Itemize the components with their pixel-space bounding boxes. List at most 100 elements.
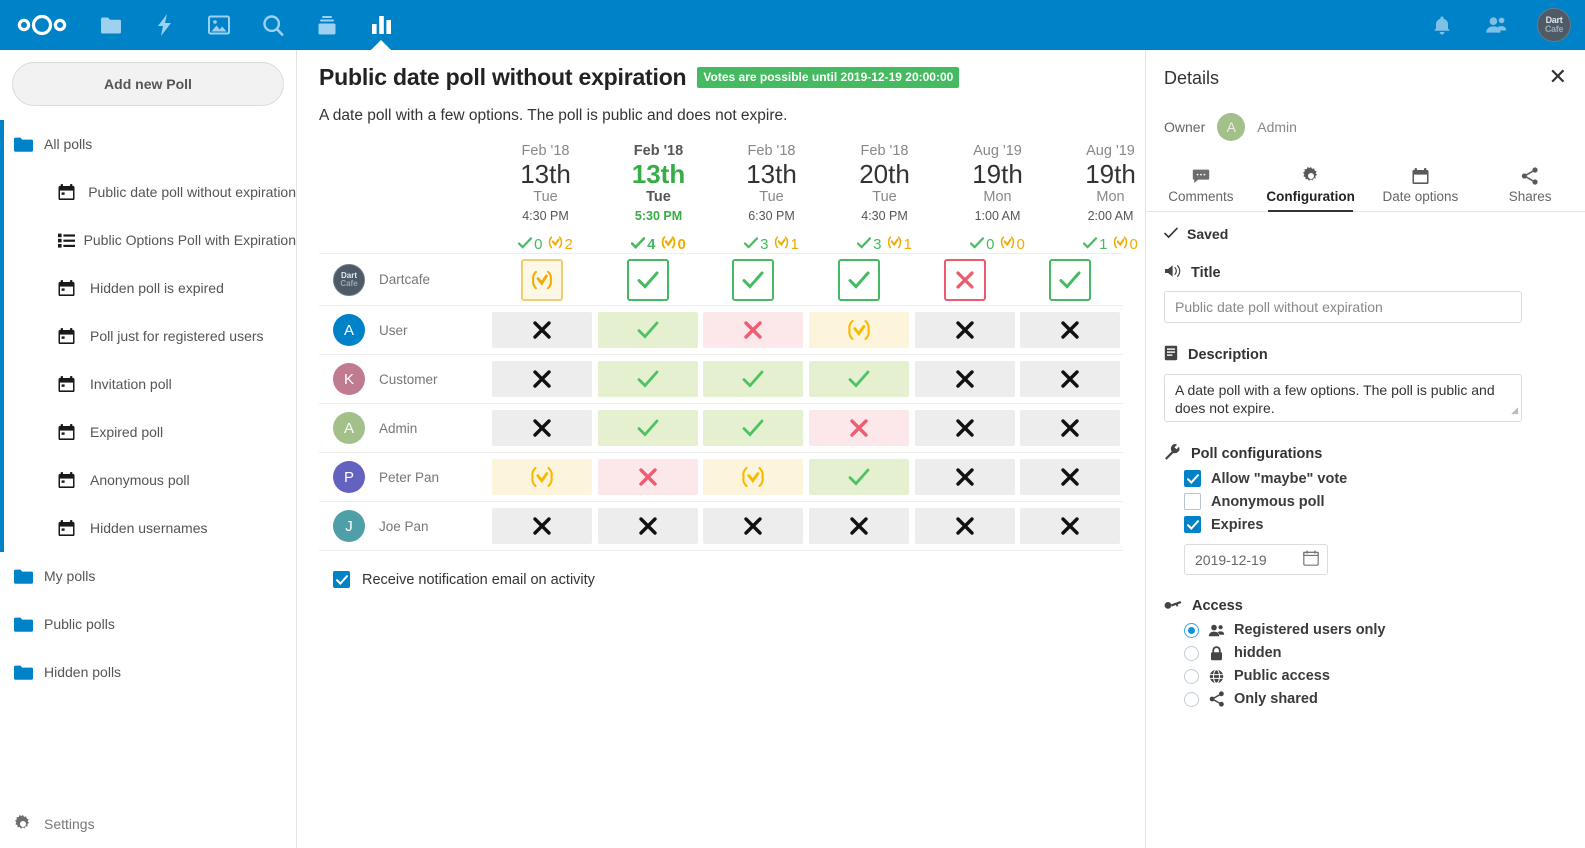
sidebar-item-label: Poll just for registered users [90, 328, 264, 344]
vote-cell-yes [808, 459, 909, 495]
date-option-header[interactable]: Aug '19 19th Mon 2:00 AM 1 0 [1054, 139, 1145, 253]
date-option-header[interactable]: Feb '18 20th Tue 4:30 PM 3 1 [828, 139, 941, 253]
vote-cell-no [491, 312, 592, 348]
tab-shares[interactable]: Shares [1475, 161, 1585, 211]
calendar-icon [1366, 165, 1476, 187]
tab-configuration[interactable]: Configuration [1256, 161, 1366, 212]
sidebar-item-expired-poll[interactable]: Expired poll [0, 408, 296, 456]
sidebar-item-invitation-poll[interactable]: Invitation poll [0, 360, 296, 408]
notification-checkbox[interactable] [333, 571, 350, 588]
activity-icon[interactable] [138, 0, 192, 50]
check-icon [1164, 226, 1178, 242]
avatar: K [333, 363, 365, 395]
vote-cell-no [914, 508, 1015, 544]
access-option-public-access[interactable]: Public access [1164, 668, 1567, 684]
access-option-hidden[interactable]: hidden [1164, 645, 1567, 661]
photos-icon[interactable] [192, 0, 246, 50]
yes-count: 0 [986, 236, 995, 253]
vote-cell-yes[interactable] [837, 258, 880, 301]
description-textarea[interactable]: A date poll with a few options. The poll… [1164, 374, 1522, 422]
date-option-header[interactable]: Feb '18 13th Tue 4:30 PM 0 2 [489, 139, 602, 253]
avatar[interactable]: Dart Cafe [1537, 8, 1571, 42]
notification-option-row[interactable]: Receive notification email on activity [319, 571, 1123, 588]
yes-check-icon [630, 236, 646, 253]
sidebar-item-hidden-usernames[interactable]: Hidden usernames [0, 504, 296, 552]
vote-cell-maybe[interactable] [520, 258, 563, 301]
tab-label: Configuration [1266, 189, 1355, 204]
vote-cell-wrap [1017, 254, 1123, 305]
share-icon [1208, 691, 1225, 707]
title-section-label: Title [1191, 265, 1221, 281]
vote-cell-yes[interactable] [626, 258, 669, 301]
option-month: Aug '19 [973, 143, 1022, 159]
vote-cell-no [1020, 459, 1121, 495]
hidden-radio[interactable] [1184, 645, 1199, 661]
date-option-header[interactable]: Aug '19 19th Mon 1:00 AM 0 0 [941, 139, 1054, 253]
title-input[interactable]: Public date poll without expiration [1164, 291, 1522, 323]
public-access-radio[interactable] [1184, 668, 1199, 684]
maybe-count: 1 [790, 236, 799, 253]
date-option-header[interactable]: Feb '18 13th Tue 5:30 PM 4 0 [602, 139, 715, 253]
only-shared-radio[interactable] [1184, 691, 1199, 707]
option-vote-counts: 0 2 [489, 236, 602, 253]
close-icon[interactable]: ✕ [1549, 66, 1567, 88]
option-label: Expires [1211, 516, 1264, 533]
deck-icon[interactable] [300, 0, 354, 50]
allow-maybe-checkbox[interactable] [1184, 470, 1201, 487]
sidebar-item-anonymous-poll[interactable]: Anonymous poll [0, 456, 296, 504]
add-new-poll-button[interactable]: Add new Poll [12, 62, 284, 106]
maybe-check-icon [1000, 236, 1015, 253]
tab-label: Shares [1508, 189, 1552, 204]
participant-cell: P Peter Pan [319, 453, 489, 501]
tab-comments[interactable]: Comments [1146, 161, 1256, 211]
sidebar-item-public-date-poll-without-expiration[interactable]: Public date poll without expiration [0, 168, 296, 216]
sidebar-item-all-polls[interactable]: All polls [0, 120, 296, 168]
anonymous-poll-checkbox[interactable] [1184, 493, 1201, 510]
access-option-registered-users-only[interactable]: Registered users only [1164, 622, 1567, 638]
access-option-only-shared[interactable]: Only shared [1164, 691, 1567, 707]
calendar-icon[interactable] [1303, 550, 1319, 569]
table-row: P Peter Pan [319, 452, 1123, 501]
maybe-check-icon [548, 236, 563, 253]
files-icon[interactable] [84, 0, 138, 50]
resize-grip-icon[interactable]: ◢ [1511, 401, 1518, 419]
contacts-icon[interactable] [1483, 12, 1509, 38]
sidebar-item-hidden-polls[interactable]: Hidden polls [0, 648, 296, 696]
vote-cell-no [914, 361, 1015, 397]
option-expires[interactable]: Expires [1164, 516, 1567, 533]
access-section-label: Access [1192, 598, 1243, 614]
sidebar-item-label: My polls [44, 568, 96, 584]
sidebar-item-settings[interactable]: Settings [0, 800, 296, 848]
vote-cell-yes[interactable] [732, 258, 775, 301]
polls-icon[interactable] [354, 0, 408, 50]
option-month: Feb '18 [633, 143, 684, 159]
option-anonymous-poll[interactable]: Anonymous poll [1164, 493, 1567, 510]
sidebar-item-public-polls[interactable]: Public polls [0, 600, 296, 648]
sidebar-item-poll-just-for-registered-users[interactable]: Poll just for registered users [0, 312, 296, 360]
vote-cell-yes[interactable] [1049, 258, 1092, 301]
expires-checkbox[interactable] [1184, 516, 1201, 533]
sidebar-item-hidden-poll-is-expired[interactable]: Hidden poll is expired [0, 264, 296, 312]
vote-cell-wrap [595, 254, 701, 305]
option-day: 13th [520, 159, 571, 189]
registered-users-radio[interactable] [1184, 622, 1199, 638]
date-option-header[interactable]: Feb '18 13th Tue 6:30 PM 3 1 [715, 139, 828, 253]
wrench-icon [1164, 444, 1181, 464]
poll-vote-table: Feb '18 13th Tue 4:30 PM 0 2 Feb '18 13t… [319, 139, 1138, 551]
option-allow-maybe-vote[interactable]: Allow "maybe" vote [1164, 470, 1567, 487]
vote-cell-no[interactable] [943, 258, 986, 301]
option-month: Feb '18 [747, 143, 796, 159]
option-label: Allow "maybe" vote [1211, 470, 1348, 487]
sidebar-item-my-polls[interactable]: My polls [0, 552, 296, 600]
notifications-bell-icon[interactable] [1429, 12, 1455, 38]
notification-label: Receive notification email on activity [362, 571, 595, 588]
access-section-header: Access [1164, 597, 1567, 615]
search-icon[interactable] [246, 0, 300, 50]
tab-date-options[interactable]: Date options [1366, 161, 1476, 211]
participant-name: Peter Pan [379, 469, 440, 485]
sidebar-item-public-options-poll-with-expiration[interactable]: Public Options Poll with Expiration [0, 216, 296, 264]
option-time: 6:30 PM [748, 209, 795, 223]
nextcloud-logo[interactable] [0, 13, 84, 37]
expiry-date-input[interactable]: 2019-12-19 [1184, 544, 1328, 575]
calendar-icon [58, 519, 90, 537]
